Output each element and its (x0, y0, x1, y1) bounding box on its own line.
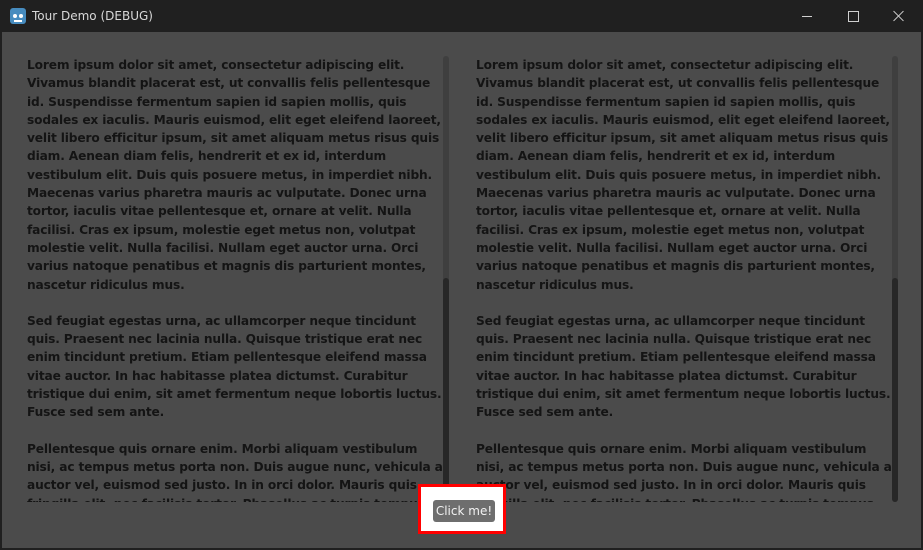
paragraph: Pellentesque quis ornare enim. Morbi ali… (27, 441, 443, 502)
text-panel-right[interactable]: Lorem ipsum dolor sit amet, consectetur … (476, 56, 896, 502)
godot-engine-icon (10, 8, 26, 24)
paragraph: Sed feugiat egestas urna, ac ullamcorper… (476, 313, 891, 420)
maximize-button[interactable] (830, 0, 876, 32)
tour-highlight-frame: Click me! (418, 484, 506, 534)
title-bar[interactable]: Tour Demo (DEBUG) (0, 0, 923, 32)
client-area: Lorem ipsum dolor sit amet, consectetur … (2, 32, 921, 548)
scrollbar-thumb-left[interactable] (443, 278, 449, 502)
close-icon (893, 10, 905, 22)
click-me-button[interactable]: Click me! (433, 500, 495, 522)
minimize-icon (802, 15, 812, 17)
paragraph: Pellentesque quis ornare enim. Morbi ali… (476, 441, 892, 502)
minimize-button[interactable] (784, 0, 830, 32)
paragraph: Lorem ipsum dolor sit amet, consectetur … (476, 58, 890, 292)
paragraph: Sed feugiat egestas urna, ac ullamcorper… (27, 313, 442, 420)
app-window: Tour Demo (DEBUG) Lorem ipsum dolor sit … (0, 0, 923, 550)
window-title: Tour Demo (DEBUG) (32, 9, 153, 23)
maximize-icon (847, 10, 859, 22)
paragraph: Lorem ipsum dolor sit amet, consectetur … (27, 58, 441, 292)
close-button[interactable] (876, 0, 922, 32)
scrollbar-left[interactable] (443, 56, 449, 502)
scrollbar-thumb-right[interactable] (892, 278, 898, 502)
scrollbar-right[interactable] (892, 56, 898, 502)
text-panel-left[interactable]: Lorem ipsum dolor sit amet, consectetur … (27, 56, 447, 502)
